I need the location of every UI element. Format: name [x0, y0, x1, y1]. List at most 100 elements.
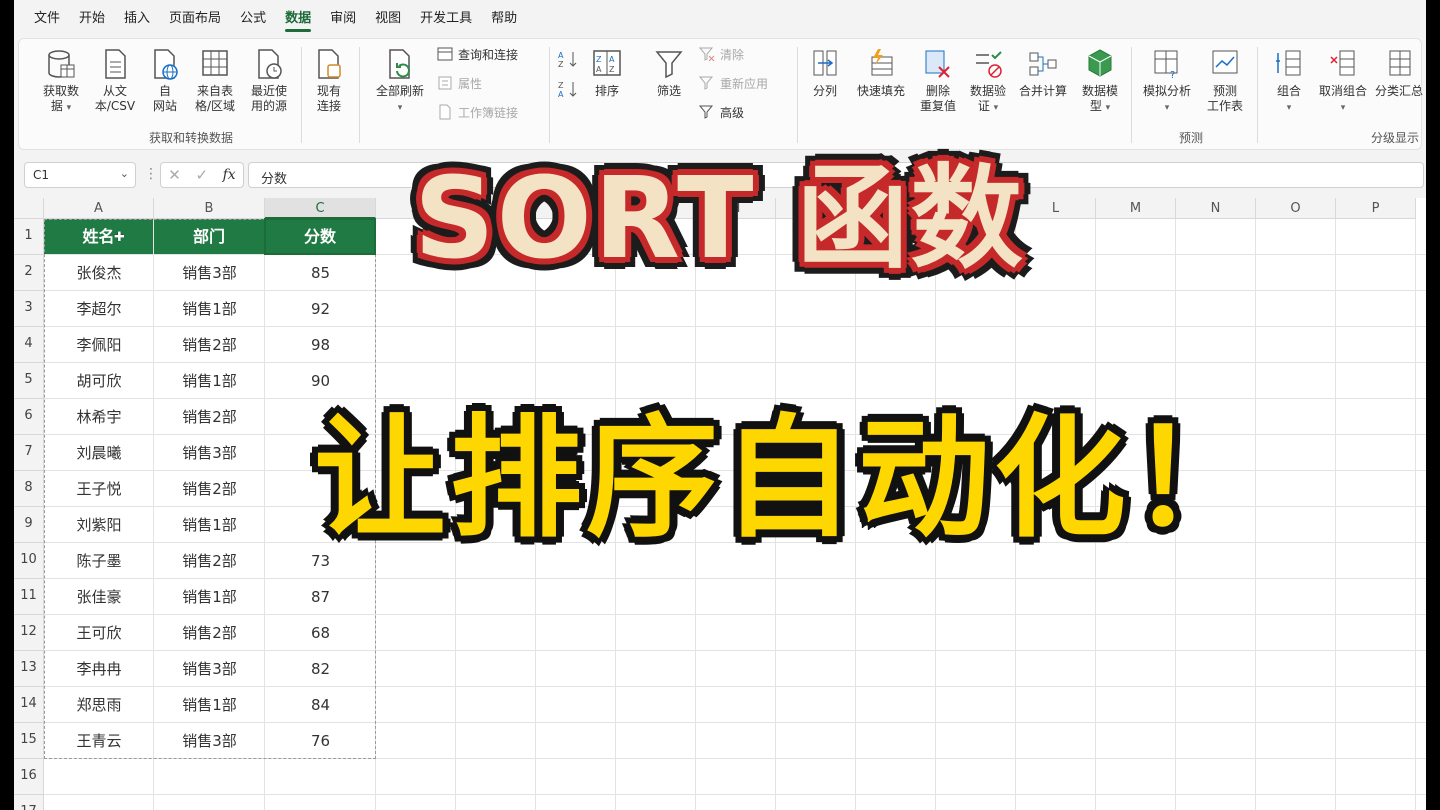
text-to-columns-button[interactable]: 分列 — [807, 47, 843, 99]
column-header-o[interactable]: O — [1256, 198, 1336, 219]
tab-4[interactable]: 公式 — [240, 0, 266, 38]
query-icon — [437, 47, 453, 61]
flash-fill-label: 快速填充 — [856, 84, 905, 98]
existing-conn-label-1: 现有 — [316, 84, 341, 98]
row-header-2[interactable]: 2 — [14, 255, 44, 291]
what-if-analysis-button[interactable]: ? 模拟分析 ▾ — [1139, 47, 1195, 116]
clear-label: 清除 — [720, 47, 745, 62]
row-header-13[interactable]: 13 — [14, 651, 44, 687]
reapply-button[interactable]: 重新应用 — [699, 72, 768, 94]
refresh-icon — [389, 49, 410, 79]
refresh-all-button[interactable]: 全部刷新 ▾ — [371, 47, 429, 116]
forecast-sheet-button[interactable]: 预测 工作表 — [1203, 47, 1247, 114]
group-label-outline: 分级显示 — [1371, 131, 1420, 145]
row-header-6[interactable]: 6 — [14, 399, 44, 435]
tab-3[interactable]: 页面布局 — [169, 0, 221, 38]
tab-0[interactable]: 文件 — [34, 0, 60, 38]
data-model-label-1: 数据模 — [1081, 84, 1118, 98]
sort-ascending-button[interactable]: AZ — [557, 49, 579, 73]
column-header-c[interactable]: C — [265, 198, 376, 219]
selected-cell-c1[interactable] — [264, 218, 376, 255]
from-web-label-1: 自 — [158, 84, 171, 98]
row-header-10[interactable]: 10 — [14, 543, 44, 579]
existing-connections-button[interactable]: 现有 连接 — [309, 47, 349, 114]
row-header-4[interactable]: 4 — [14, 327, 44, 363]
get-data-button[interactable]: 获取数 据 ▾ — [41, 47, 81, 116]
subtotal-icon — [1389, 50, 1411, 76]
column-header-b[interactable]: B — [154, 198, 265, 219]
row-header-16[interactable]: 16 — [14, 759, 44, 795]
properties-label: 属性 — [458, 76, 483, 91]
insert-function-icon[interactable]: fx — [223, 167, 236, 183]
row-header-17[interactable]: 17 — [14, 795, 44, 810]
remove-dup-label-2: 重复值 — [919, 99, 956, 113]
column-header-m[interactable]: M — [1096, 198, 1176, 219]
get-data-label-1: 获取数 — [42, 84, 79, 98]
from-table-label-2: 格/区域 — [194, 99, 236, 113]
data-validation-button[interactable]: 数据验 证 ▾ — [965, 47, 1011, 116]
row-header-11[interactable]: 11 — [14, 579, 44, 615]
recent-sources-button[interactable]: 最近使 用的源 — [245, 47, 293, 114]
web-globe-icon — [154, 49, 178, 80]
column-header-a[interactable]: A — [44, 198, 154, 219]
tab-2[interactable]: 插入 — [124, 0, 150, 38]
tab-8[interactable]: 开发工具 — [420, 0, 472, 38]
recent-sources-label-1: 最近使 — [250, 84, 287, 98]
tab-5[interactable]: 数据 — [285, 0, 312, 38]
sort-icon: Z AA Z — [593, 50, 621, 76]
consolidate-label: 合并计算 — [1018, 84, 1067, 98]
row-header-7[interactable]: 7 — [14, 435, 44, 471]
sort-descending-button[interactable]: ZA — [557, 79, 579, 103]
overlay-subtitle: 让排序自动化！ — [314, 402, 1266, 556]
row-header-15[interactable]: 15 — [14, 723, 44, 759]
more-options-icon[interactable]: ⋮ — [144, 166, 158, 182]
row-header-1[interactable]: 1 — [14, 219, 44, 255]
text-to-columns-label: 分列 — [812, 84, 837, 98]
refresh-all-label: 全部刷新 — [375, 84, 424, 98]
row-header-12[interactable]: 12 — [14, 615, 44, 651]
filter-button[interactable]: 筛选 — [651, 47, 687, 99]
consolidate-button[interactable]: 合并计算 — [1015, 47, 1071, 99]
advanced-filter-button[interactable]: 高级 — [699, 101, 744, 123]
tab-9[interactable]: 帮助 — [491, 0, 517, 38]
chevron-down-icon[interactable]: ⌄ — [120, 167, 129, 180]
edit-links-button[interactable]: 工作簿链接 — [437, 101, 518, 123]
svg-text:?: ? — [1170, 70, 1175, 81]
properties-button[interactable]: 属性 — [437, 72, 482, 94]
column-header-l[interactable]: L — [1016, 198, 1096, 219]
confirm-icon[interactable]: ✓ — [195, 166, 208, 184]
reapply-icon — [699, 76, 714, 90]
row-header-5[interactable]: 5 — [14, 363, 44, 399]
select-all-corner[interactable] — [14, 198, 44, 219]
row-header-14[interactable]: 14 — [14, 687, 44, 723]
overlay-title: SORT 函数 — [414, 154, 1025, 284]
column-header-p[interactable]: P — [1336, 198, 1416, 219]
name-box[interactable]: C1 ⌄ — [24, 162, 136, 188]
what-if-icon: ? — [1154, 50, 1178, 81]
sort-button[interactable]: ZAAZ 排序 — [589, 47, 625, 99]
cancel-icon[interactable]: ✕ — [168, 166, 181, 184]
from-table-button[interactable]: 来自表 格/区域 — [191, 47, 239, 114]
row-header-9[interactable]: 9 — [14, 507, 44, 543]
data-model-button[interactable]: 数据模 型 ▾ — [1077, 47, 1123, 116]
group-label: 组合 — [1276, 84, 1301, 98]
tab-6[interactable]: 审阅 — [330, 0, 356, 38]
cell-cursor-icon: ✚ — [114, 230, 125, 245]
row-header-3[interactable]: 3 — [14, 291, 44, 327]
group-icon — [1276, 50, 1301, 76]
recent-sources-label-2: 用的源 — [250, 99, 287, 113]
clear-filter-button[interactable]: 清除 — [699, 43, 744, 65]
flash-fill-button[interactable]: 快速填充 — [853, 47, 909, 99]
remove-duplicates-button[interactable]: 删除 重复值 — [917, 47, 959, 114]
row-header-8[interactable]: 8 — [14, 471, 44, 507]
group-button[interactable]: 组合 ▾ — [1269, 47, 1309, 116]
subtotal-button[interactable]: 分类汇总 — [1375, 47, 1423, 99]
queries-connections-button[interactable]: 查询和连接 — [437, 43, 518, 65]
table-icon — [202, 50, 228, 76]
ungroup-button[interactable]: 取消组合 ▾ — [1315, 47, 1371, 116]
tab-1[interactable]: 开始 — [79, 0, 105, 38]
column-header-n[interactable]: N — [1176, 198, 1256, 219]
tab-7[interactable]: 视图 — [375, 0, 401, 38]
from-web-button[interactable]: 自 网站 — [147, 47, 183, 114]
from-text-button[interactable]: 从文 本/CSV — [93, 47, 137, 114]
